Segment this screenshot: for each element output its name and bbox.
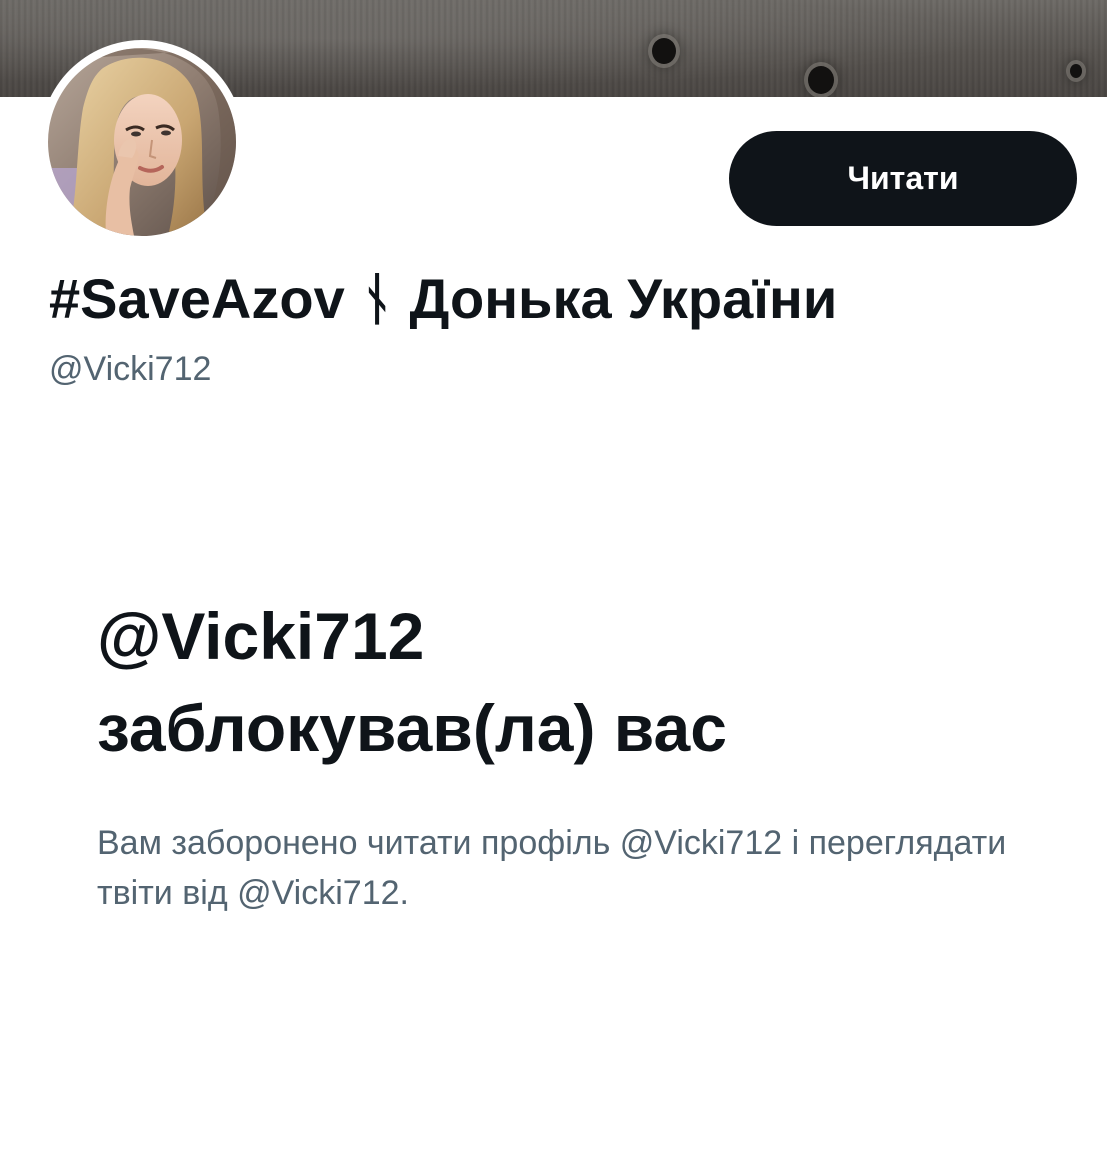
profile-page: Читати #SaveAzov ᚾ Донька України @Vicki…: [0, 0, 1107, 1175]
avatar-frame[interactable]: [40, 40, 244, 244]
banner-bullet-hole: [808, 66, 834, 94]
avatar[interactable]: [48, 48, 236, 236]
follow-button[interactable]: Читати: [729, 131, 1077, 226]
profile-display-name: #SaveAzov ᚾ Донька України: [49, 267, 838, 330]
blocked-title: @Vicki712 заблокував(ла) вас: [97, 590, 997, 774]
blocked-description: Вам заборонено читати профіль @Vicki712 …: [97, 824, 1007, 912]
blocked-title-handle: @Vicki712: [97, 599, 425, 673]
blocked-title-text: заблокував(ла) вас: [97, 691, 727, 765]
profile-handle: @Vicki712: [49, 350, 212, 388]
profile-photo-icon: [48, 48, 236, 236]
banner-bullet-hole: [1070, 64, 1082, 78]
banner-bullet-hole: [652, 38, 676, 64]
